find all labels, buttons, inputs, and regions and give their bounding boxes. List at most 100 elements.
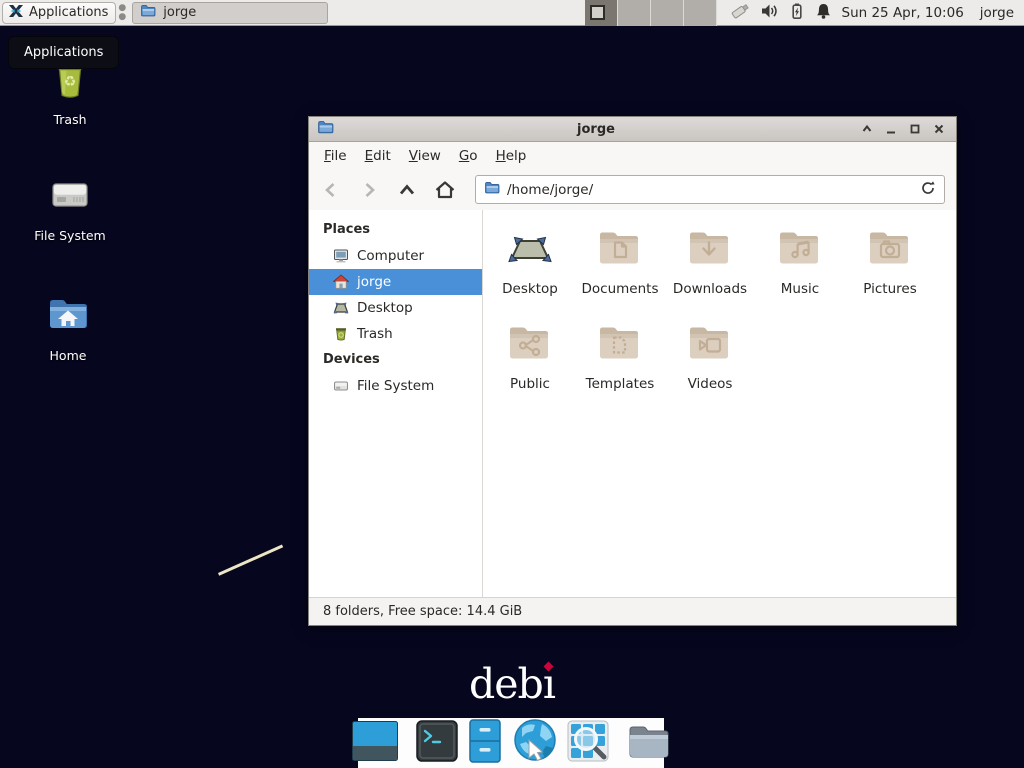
folder-videos-icon — [686, 320, 734, 368]
panel-clock[interactable]: Sun 25 Apr, 10:06 — [842, 5, 964, 21]
sidebar-item-label: jorge — [357, 274, 391, 290]
folder-documents-icon — [596, 225, 644, 273]
file-item-templates[interactable]: Templates — [575, 320, 665, 415]
desktop-icon-label: Trash — [53, 112, 86, 127]
window-titlebar[interactable]: jorge — [309, 117, 956, 142]
desktop-icon-label: Home — [50, 348, 87, 363]
notifications-bell-icon[interactable] — [815, 2, 832, 24]
window-folder-icon — [317, 119, 334, 139]
desktop-icon-file-system[interactable]: File System — [22, 170, 118, 243]
menu-bar: File Edit View Go Help — [309, 142, 956, 169]
sidebar-item-computer[interactable]: Computer — [309, 243, 482, 269]
desktop-icon-home[interactable]: Home — [20, 290, 116, 363]
volume-icon[interactable] — [760, 2, 779, 24]
menu-view[interactable]: View — [400, 144, 450, 168]
sidebar-item-label: Desktop — [357, 300, 413, 316]
computer-icon — [333, 248, 349, 264]
logo-text-part: deb — [469, 660, 543, 708]
path-input[interactable]: /home/jorge/ — [507, 182, 593, 198]
folder-music-icon — [776, 225, 824, 273]
file-manager-window: jorge File Edit View Go Help — [308, 116, 957, 626]
workspace-switcher[interactable] — [585, 0, 717, 26]
panel-handle[interactable]: ●● — [118, 4, 126, 22]
sidebar-item-label: File System — [357, 378, 434, 394]
up-button[interactable] — [393, 176, 421, 204]
hard-drive-icon — [333, 378, 349, 394]
sidebar-header-devices: Devices — [309, 347, 482, 373]
terminal-launcher[interactable] — [416, 720, 458, 766]
workspace-3[interactable] — [651, 0, 684, 26]
menu-file[interactable]: File — [315, 144, 356, 168]
close-button[interactable] — [930, 120, 948, 138]
svg-text:♻: ♻ — [64, 74, 77, 90]
workspace-2[interactable] — [618, 0, 651, 26]
application-finder-launcher[interactable] — [567, 720, 609, 766]
file-manager-launcher[interactable] — [467, 719, 503, 767]
workspace-1[interactable] — [585, 0, 618, 26]
taskbar-window-button[interactable]: jorge — [132, 2, 328, 24]
file-item-desktop[interactable]: Desktop — [485, 225, 575, 320]
window-title: jorge — [334, 122, 858, 137]
file-item-label: Public — [510, 376, 550, 392]
battery-icon[interactable] — [788, 2, 806, 24]
folder-downloads-icon — [686, 225, 734, 273]
file-item-label: Downloads — [673, 281, 747, 297]
toolbar: /home/jorge/ — [309, 169, 956, 210]
web-browser-launcher[interactable] — [512, 718, 558, 768]
minimize-button[interactable] — [882, 120, 900, 138]
system-tray — [729, 1, 832, 25]
applications-menu-button[interactable]: Applications — [2, 2, 116, 24]
sidebar-item-label: Computer — [357, 248, 424, 264]
folder-shortcut[interactable] — [627, 722, 671, 764]
sidebar-item-desktop[interactable]: Desktop — [309, 295, 482, 321]
logo-i-letter: ı — [543, 660, 555, 708]
folder-public-icon — [506, 320, 554, 368]
desktop-icon — [506, 225, 554, 273]
status-text: 8 folders, Free space: 14.4 GiB — [323, 604, 522, 619]
home-button[interactable] — [431, 176, 459, 204]
sidebar-item-trash[interactable]: Trash — [309, 321, 482, 347]
file-item-videos[interactable]: Videos — [665, 320, 755, 415]
sidebar-item-jorge[interactable]: jorge — [309, 269, 482, 295]
file-grid: Desktop Documents — [483, 210, 956, 597]
removable-media-icon[interactable] — [729, 1, 751, 25]
desktop-icon-label: File System — [34, 228, 106, 243]
panel-username[interactable]: jorge — [980, 5, 1014, 21]
menu-help[interactable]: Help — [487, 144, 536, 168]
folder-icon — [140, 3, 156, 22]
menu-edit[interactable]: Edit — [356, 144, 400, 168]
hard-drive-icon — [46, 170, 94, 222]
show-desktop-button[interactable] — [352, 721, 398, 765]
file-item-label: Pictures — [863, 281, 916, 297]
workspace-4[interactable] — [684, 0, 717, 26]
file-item-music[interactable]: Music — [755, 225, 845, 320]
applications-menu-label: Applications — [29, 5, 108, 20]
path-folder-icon — [484, 180, 500, 199]
back-button[interactable] — [317, 176, 345, 204]
xfce-logo-icon — [7, 2, 25, 24]
file-item-downloads[interactable]: Downloads — [665, 225, 755, 320]
reload-icon[interactable] — [920, 180, 936, 200]
workspace-window-preview — [590, 5, 605, 20]
path-bar[interactable]: /home/jorge/ — [475, 175, 945, 204]
file-item-documents[interactable]: Documents — [575, 225, 665, 320]
file-item-label: Documents — [582, 281, 659, 297]
taskbar-window-label: jorge — [163, 5, 196, 20]
sidebar-item-file-system[interactable]: File System — [309, 373, 482, 399]
file-item-pictures[interactable]: Pictures — [845, 225, 935, 320]
desktop-icon — [333, 300, 349, 316]
file-item-label: Music — [781, 281, 819, 297]
wallpaper-line-graphic — [218, 545, 283, 576]
sidebar-header-places: Places — [309, 217, 482, 243]
applications-tooltip: Applications — [8, 36, 119, 69]
forward-button[interactable] — [355, 176, 383, 204]
dock — [358, 718, 664, 768]
top-panel: Applications ●● jorge — [0, 0, 1024, 26]
shade-button[interactable] — [858, 120, 876, 138]
home-icon — [333, 274, 349, 290]
file-item-public[interactable]: Public — [485, 320, 575, 415]
trash-icon — [333, 326, 349, 342]
menu-go[interactable]: Go — [450, 144, 487, 168]
home-folder-icon — [44, 290, 92, 342]
maximize-button[interactable] — [906, 120, 924, 138]
